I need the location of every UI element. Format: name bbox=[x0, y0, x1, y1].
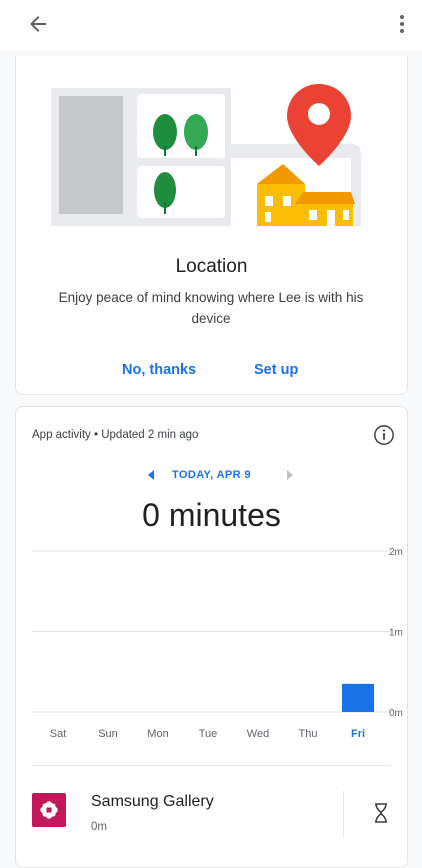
back-arrow-icon[interactable] bbox=[26, 12, 50, 36]
x-tick-label-sat[interactable]: Sat bbox=[50, 728, 67, 740]
location-card: Location Enjoy peace of mind knowing whe… bbox=[15, 56, 408, 395]
app-usage-time: 0m bbox=[91, 821, 107, 833]
date-label: TODAY, APR 9 bbox=[172, 469, 251, 481]
location-illustration bbox=[51, 84, 371, 228]
app-activity-header: App activity • Updated 2 min ago bbox=[32, 429, 199, 441]
divider bbox=[32, 765, 391, 766]
hourglass-icon[interactable] bbox=[373, 803, 389, 823]
x-tick-label-wed[interactable]: Wed bbox=[247, 728, 269, 740]
info-icon[interactable] bbox=[373, 424, 395, 446]
app-list-item[interactable]: Samsung Gallery 0m bbox=[16, 773, 407, 853]
x-tick-label-tue[interactable]: Tue bbox=[199, 728, 218, 740]
location-description: Enjoy peace of mind knowing where Lee is… bbox=[58, 290, 364, 326]
more-options-icon[interactable] bbox=[390, 12, 414, 36]
app-name: Samsung Gallery bbox=[91, 793, 214, 810]
location-title: Location bbox=[175, 256, 248, 277]
x-tick-label-fri[interactable]: Fri bbox=[351, 728, 365, 740]
daily-usage-chart: 2m 1m 0m Sat Sun Mon Tue Wed Thu Fri bbox=[32, 547, 403, 740]
y-tick-label: 2m bbox=[389, 547, 403, 558]
total-screen-time: 0 minutes bbox=[142, 497, 281, 533]
set-up-button[interactable]: Set up bbox=[254, 362, 298, 378]
x-tick-label-thu[interactable]: Thu bbox=[299, 728, 318, 740]
y-tick-label: 0m bbox=[389, 708, 403, 719]
next-day-icon[interactable] bbox=[284, 468, 296, 482]
x-tick-label-sun[interactable]: Sun bbox=[98, 728, 118, 740]
app-activity-card: App activity • Updated 2 min ago TODAY, … bbox=[15, 406, 408, 868]
no-thanks-button[interactable]: No, thanks bbox=[122, 362, 196, 378]
bar-fri bbox=[342, 683, 374, 712]
y-tick-label: 1m bbox=[389, 628, 403, 639]
samsung-gallery-app-icon bbox=[32, 793, 66, 827]
flower-icon bbox=[40, 801, 58, 819]
row-separator bbox=[343, 791, 344, 837]
x-tick-label-mon[interactable]: Mon bbox=[147, 728, 168, 740]
app-bar bbox=[0, 0, 422, 50]
